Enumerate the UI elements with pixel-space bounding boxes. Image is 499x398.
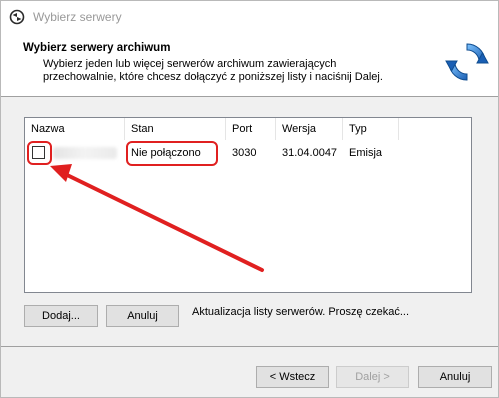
- server-list[interactable]: Nazwa Stan Port Wersja Typ Nie połączono…: [24, 117, 472, 293]
- dialog-window: Wybierz serwery Wybierz serwery archiwum…: [0, 0, 499, 398]
- server-version: 31.04.0047: [282, 147, 338, 159]
- header-title: Wybierz serwery archiwum: [23, 42, 171, 54]
- window-title: Wybierz serwery: [33, 10, 122, 24]
- list-header: Nazwa Stan Port Wersja Typ: [25, 118, 471, 140]
- state-highlight: [126, 141, 218, 166]
- column-header-state[interactable]: Stan: [125, 118, 226, 140]
- column-header-name[interactable]: Nazwa: [25, 118, 125, 140]
- footer-divider: [1, 346, 498, 347]
- column-header-version[interactable]: Wersja: [276, 118, 343, 140]
- server-name-redacted: [53, 147, 117, 159]
- title-bar: Wybierz serwery: [1, 1, 498, 33]
- back-button[interactable]: < Wstecz: [256, 366, 329, 388]
- column-header-port[interactable]: Port: [226, 118, 276, 140]
- cancel-refresh-button[interactable]: Anuluj: [106, 305, 179, 327]
- server-type: Emisja: [349, 147, 383, 159]
- header-description: Wybierz jeden lub więcej serwerów archiw…: [43, 58, 383, 83]
- table-row[interactable]: Nie połączono 3030 31.04.0047 Emisja: [25, 142, 471, 164]
- refresh-icon: [9, 9, 25, 25]
- checkbox-highlight: [27, 141, 52, 165]
- sync-arrows-icon: [445, 43, 489, 81]
- next-button[interactable]: Dalej >: [336, 366, 409, 388]
- wizard-header: Wybierz serwery archiwum Wybierz jeden l…: [1, 33, 498, 97]
- column-header-type[interactable]: Typ: [343, 118, 399, 140]
- status-text: Aktualizacja listy serwerów. Proszę czek…: [192, 306, 410, 318]
- cancel-button[interactable]: Anuluj: [418, 366, 492, 388]
- add-server-button[interactable]: Dodaj...: [24, 305, 98, 327]
- server-port: 3030: [232, 147, 257, 159]
